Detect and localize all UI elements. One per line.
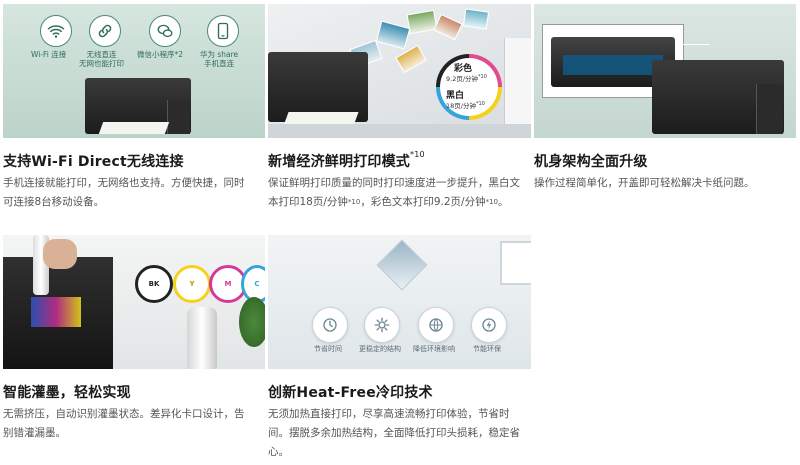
wifi-direct-image: Wi-Fi 连接 无线直连 无网也能打印 微信小程序*2 华为 share 手机直连 [3, 4, 265, 138]
ink-cap-bk: BK [135, 265, 173, 303]
feature-label-structure: 更稳定的结构 [359, 345, 401, 353]
shelf [504, 38, 531, 138]
card-title: 创新Heat-Free冷印技术 [268, 385, 433, 401]
wifi-label: Wi-Fi 连接 [31, 50, 67, 59]
flying-paper [375, 20, 411, 50]
printer-ink-tank [756, 84, 783, 134]
badge-black-speed: 18页/分钟*10 [446, 100, 485, 110]
card-title: 智能灌墨，轻松实现 [3, 385, 131, 401]
time-icon [312, 307, 348, 343]
ink-cap-y: Y [173, 265, 211, 303]
card-description: 无需挤压，自动识别灌墨状态。差异化卡口设计，告别错灌漏墨。 [3, 408, 245, 439]
hand [43, 239, 77, 269]
desk [268, 124, 531, 138]
card-description: 手机连接就能打印，无网络也支持。方便快捷，同时可连接8台移动设备。 [3, 177, 245, 208]
card-description: 保证鲜明打印质量的同时打印速度进一步提升，黑白文本打印18页/分钟*10，彩色文… [268, 177, 520, 208]
energy-icon [471, 307, 507, 343]
feature-label-energy: 节能环保 [473, 345, 501, 353]
phone-icon [207, 15, 239, 47]
feature-label-time: 节省时间 [314, 345, 342, 353]
direct-connect-label: 无线直连 无网也能打印 [79, 50, 124, 68]
feature-label-environment: 降低环境影响 [413, 345, 455, 353]
wechat-label: 微信小程序*2 [137, 50, 184, 59]
flying-paper [395, 44, 427, 74]
link-icon [89, 15, 121, 47]
ink-tank-window [31, 297, 81, 327]
flying-paper [433, 13, 463, 41]
leader-line [680, 44, 710, 45]
plant [239, 297, 265, 347]
flying-paper [462, 8, 490, 30]
printer-paper [98, 122, 170, 134]
printer-ink-tank [167, 100, 190, 134]
wall-frame [500, 241, 531, 285]
heat-free-image: 节省时间 更稳定的结构 降低环境影响 节能环保 [268, 235, 531, 369]
wechat-icon [149, 15, 181, 47]
economy-mode-image: 彩色 9.2页/分钟*10 黑白 18页/分钟*10 [268, 4, 531, 138]
structure-upgrade-image [534, 4, 796, 138]
heat-free-logo [376, 239, 428, 291]
badge-color-speed: 9.2页/分钟*10 [446, 73, 487, 83]
smart-ink-image: BK Y M C [3, 235, 265, 369]
structure-icon [364, 307, 400, 343]
huawei-share-label: 华为 share 手机直连 [200, 50, 239, 68]
card-title: 机身架构全面升级 [534, 154, 648, 170]
card-title: 支持Wi-Fi Direct无线连接 [3, 154, 184, 170]
card-description: 无须加热直接打印，尽享高速流畅打印体验，节省时间。摆脱多余加热结构，全面降低打印… [268, 408, 520, 458]
flying-paper [406, 9, 438, 35]
wifi-icon [40, 15, 72, 47]
ink-bottle-standing [187, 307, 217, 369]
card-title: 新增经济鲜明打印模式*10 [268, 150, 425, 170]
card-description: 操作过程简单化，开盖即可轻松解决卡纸问题。 [534, 177, 755, 189]
globe-icon [418, 307, 454, 343]
